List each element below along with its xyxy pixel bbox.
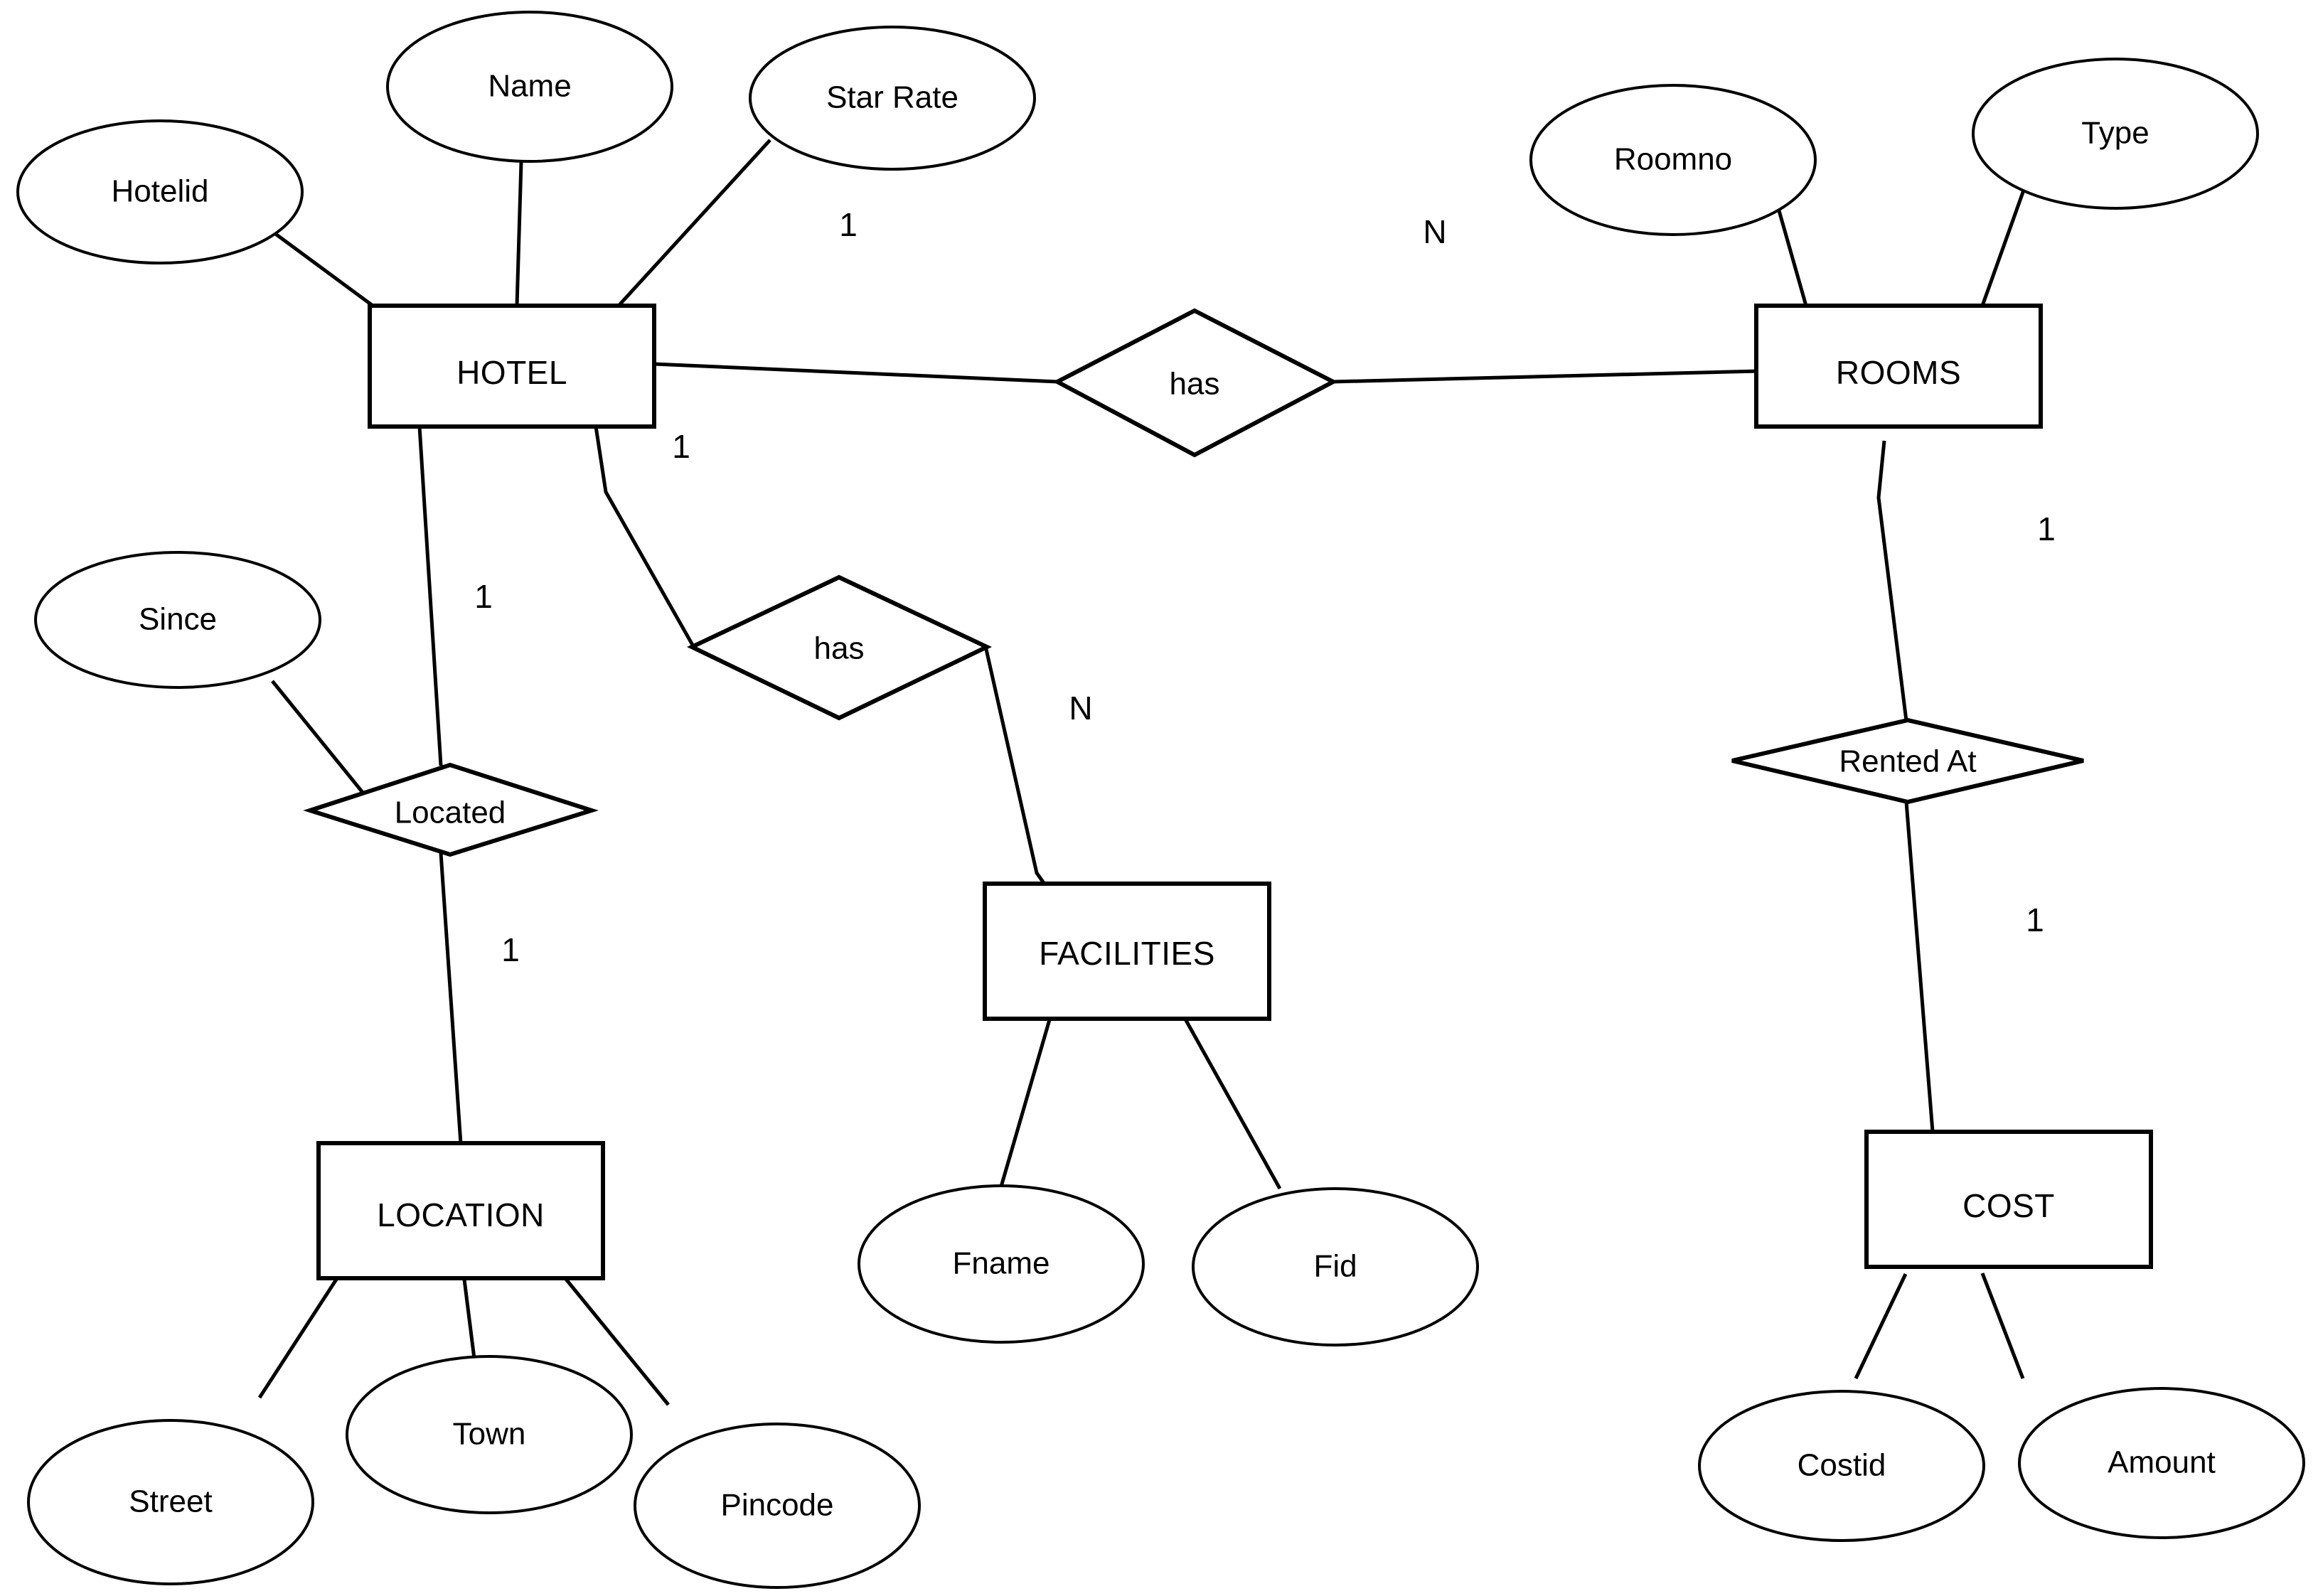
attribute-name-label: Name	[488, 69, 571, 104]
attribute-street-label: Street	[129, 1484, 212, 1519]
edge-name-hotel	[515, 161, 523, 306]
er-diagram-canvas: HOTEL ROOMS FACILITIES LOCATION COST has…	[0, 0, 2318, 1596]
cardinality-rooms-rented: 1	[2037, 510, 2056, 547]
attribute-costid-label: Costid	[1798, 1448, 1886, 1483]
cardinality-cost-rented: 1	[2026, 901, 2044, 938]
entity-rooms-label: ROOMS	[1836, 354, 1961, 391]
entity-location-label: LOCATION	[377, 1196, 545, 1233]
attribute-roomno-label: Roomno	[1614, 142, 1732, 177]
attribute-fname-label: Fname	[953, 1246, 1050, 1281]
attribute-type-label: Type	[2081, 116, 2149, 151]
cardinality-hotel-has-rooms: 1	[839, 206, 858, 243]
entity-cost-label: COST	[1962, 1187, 2055, 1224]
entity-facilities-label: FACILITIES	[1039, 935, 1215, 972]
entity-hotel-label: HOTEL	[456, 354, 567, 391]
edge-since-located	[271, 680, 368, 799]
edge-rooms-rentedat	[1876, 440, 1908, 722]
cardinality-hotel-facilities: 1	[672, 428, 690, 465]
attribute-starrate-label: Star Rate	[826, 80, 958, 115]
attribute-since-label: Since	[139, 602, 217, 637]
cardinality-hotel-located: 1	[474, 578, 493, 615]
edge-hotelid-hotel	[267, 227, 376, 309]
edge-hasfacilities-facilities	[983, 646, 1046, 884]
edge-facilities-fid	[1182, 1015, 1282, 1190]
relationship-located-label: Located	[395, 796, 506, 830]
edge-location-street	[257, 1273, 342, 1399]
er-diagram-svg: HOTEL ROOMS FACILITIES LOCATION COST has…	[16, 11, 2305, 1589]
edge-location-town	[461, 1273, 477, 1365]
relationship-rented-at-label: Rented At	[1839, 744, 1976, 779]
cardinality-facilities-n: N	[1069, 690, 1092, 727]
edge-starrate-hotel	[617, 139, 771, 307]
attribute-town-label: Town	[453, 1417, 526, 1452]
relationship-has-rooms-label: has	[1170, 367, 1220, 402]
cardinality-located-location: 1	[501, 931, 520, 968]
edge-located-location	[439, 852, 463, 1145]
relationship-has-facilities-label: has	[814, 631, 865, 666]
attribute-pincode-label: Pincode	[720, 1488, 833, 1523]
edge-rentedat-cost	[1904, 801, 1935, 1132]
edge-hotel-located	[417, 426, 443, 766]
edge-hasrooms-rooms	[1331, 369, 1760, 384]
edge-cost-costid	[1854, 1273, 1908, 1380]
attribute-fid-label: Fid	[1313, 1249, 1357, 1284]
attribute-amount-label: Amount	[2108, 1445, 2216, 1480]
attribute-hotelid-label: Hotelid	[112, 174, 209, 209]
cardinality-rooms-has: N	[1423, 213, 1446, 250]
edge-cost-amount	[1980, 1273, 2025, 1379]
edge-hotel-hasrooms	[653, 362, 1059, 384]
edge-facilities-fname	[999, 1017, 1052, 1187]
